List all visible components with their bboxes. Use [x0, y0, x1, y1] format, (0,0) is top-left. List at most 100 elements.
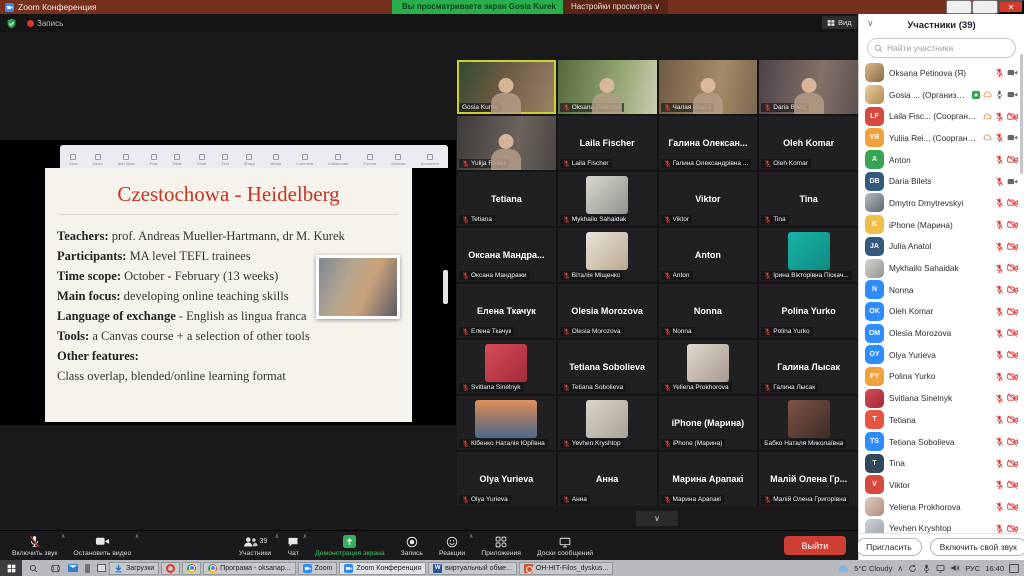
video-tile[interactable]: Olya Yurieva Olya Yurieva — [457, 452, 556, 506]
unmute-self-button[interactable]: Включить свой звук — [929, 538, 1024, 556]
usb-icon[interactable] — [80, 560, 94, 576]
gallery-view-button[interactable]: Вид — [822, 16, 857, 29]
taskbar-clock[interactable]: 16:40 — [985, 564, 1004, 573]
participant-row[interactable]: LF Laila Fisc... (Соорганизатор) — [865, 105, 1018, 127]
mail-icon[interactable] — [66, 560, 80, 576]
video-tile[interactable]: Yeliena Prokhorova — [658, 340, 758, 394]
taskbar-app-виртуальный-обме-[interactable]: виртуальный обме... — [428, 561, 517, 575]
toolbar-share-button[interactable]: Демонстрация экрана — [307, 531, 392, 561]
toolbar-video-button[interactable]: Остановить видео ∧ — [65, 531, 139, 561]
photos-icon[interactable] — [94, 560, 108, 576]
participant-row[interactable]: T Tina — [865, 452, 1018, 474]
toolbar-chat-button[interactable]: Чат ∧ — [279, 531, 308, 561]
participant-name: Yuliia Rei... (Соорганизатор) — [889, 132, 978, 143]
participant-row[interactable]: KiPhone (Марина) — [865, 214, 1018, 236]
video-tile[interactable]: Чалая Ольга — [658, 60, 758, 114]
video-tile[interactable]: Yevhen Kryshtop — [557, 396, 657, 450]
video-tile[interactable]: Laila Fischer Laila Fischer — [557, 116, 657, 170]
toolbar-people-button[interactable]: 39 Участники ∧ — [231, 531, 279, 561]
video-tile[interactable]: Gosia Kurek — [457, 60, 556, 114]
participant-row[interactable]: OK Oleh Komar — [865, 301, 1018, 323]
participant-row[interactable]: OY Olya Yurieva — [865, 344, 1018, 366]
tray-display-icon[interactable] — [936, 564, 945, 573]
leave-meeting-button[interactable]: Выйти — [783, 536, 846, 555]
participant-row[interactable]: TS Tetiana Sobolieva — [865, 431, 1018, 453]
video-tile[interactable]: Галина Олексан... Галина Олександрівна ..… — [658, 116, 758, 170]
video-tile[interactable]: Марина Арапакі Марина Арапакі — [658, 452, 758, 506]
view-settings-button[interactable]: Настройки просмотра ∨ — [563, 0, 669, 14]
taskbar-app-zoom[interactable]: Zoom — [297, 561, 338, 575]
taskbar-app-загрузки[interactable]: Загрузки — [109, 561, 160, 575]
video-tile[interactable]: Nonna Nonna — [658, 284, 758, 338]
close-button[interactable]: ✕ — [998, 0, 1024, 14]
toolbar-react-button[interactable]: Реакции ∧ — [431, 531, 473, 561]
video-tile[interactable]: Mykhailo Sahaidak — [557, 172, 657, 226]
video-tile[interactable]: Oleh Komar Oleh Komar — [759, 116, 858, 170]
search-input[interactable] — [887, 43, 1009, 53]
participants-scrollbar[interactable] — [1020, 54, 1023, 174]
video-tile[interactable]: Ірина Вікторівна Піскач... — [759, 228, 858, 282]
participant-row[interactable]: T Tetiana — [865, 409, 1018, 431]
participant-row[interactable]: Gosia ... (Организатор) — [865, 84, 1018, 106]
video-tile[interactable]: Бабко Наталя Миколаївна — [759, 396, 858, 450]
video-tile[interactable]: Daria Bilets — [759, 60, 858, 114]
video-tile[interactable]: Віталія Міщенко — [557, 228, 657, 282]
taskbar-app-програма-oksanap-[interactable]: Програма - oksanap... — [203, 561, 296, 575]
participant-row[interactable]: Yeliena Prokhorova — [865, 496, 1018, 518]
task-view-icon[interactable] — [44, 560, 66, 576]
video-tile[interactable]: Tetiana Sobolieva Tetiana Sobolieva — [557, 340, 657, 394]
video-tile[interactable]: Кібенко Наталія Юріївна — [457, 396, 556, 450]
video-tile[interactable]: iPhone (Марина) iPhone (Марина) — [658, 396, 758, 450]
video-tile[interactable]: Anton Anton — [658, 228, 758, 282]
toolbar-apps-button[interactable]: Приложения — [473, 531, 529, 561]
language-indicator[interactable]: РУС — [965, 564, 980, 573]
participant-row[interactable]: YR Yuliia Rei... (Соорганизатор) — [865, 127, 1018, 149]
taskbar-search-icon[interactable] — [22, 560, 44, 576]
tray-mic-icon[interactable] — [922, 564, 931, 573]
participant-row[interactable]: PY Polina Yurko — [865, 366, 1018, 388]
video-tile[interactable]: Olesia Morozova Olesia Morozova — [557, 284, 657, 338]
video-tile[interactable]: Анна Анна — [557, 452, 657, 506]
tray-chevron-up-icon[interactable]: ∧ — [897, 564, 903, 573]
video-tile[interactable]: Viktor Viktor — [658, 172, 758, 226]
video-tile[interactable]: Polina Yurko Polina Yurko — [759, 284, 858, 338]
start-button[interactable] — [0, 560, 22, 576]
toolbar-board-button[interactable]: Доски сообщений — [529, 531, 601, 561]
video-tile[interactable]: Svitlana Sinelnyk — [457, 340, 556, 394]
video-tile[interactable]: Малій Олена Гр... Малій Олена Григорівна — [759, 452, 858, 506]
minimize-button[interactable]: — — [946, 0, 972, 14]
participant-row[interactable]: Svitlana Sinelnyk — [865, 387, 1018, 409]
participant-row[interactable]: DB Daria Bilets — [865, 170, 1018, 192]
video-tile[interactable]: Yulija Reiter — [457, 116, 556, 170]
gallery-next-page-button[interactable]: ∨ — [636, 511, 678, 526]
participant-row[interactable]: A Anton — [865, 149, 1018, 171]
tray-volume-icon[interactable] — [950, 563, 960, 573]
video-tile[interactable]: Oksana Petinova — [557, 60, 657, 114]
participant-row[interactable]: Yevhen Kryshtop — [865, 517, 1018, 533]
toolbar-record-button[interactable]: Запись — [393, 531, 431, 561]
notification-center-icon[interactable] — [1009, 563, 1019, 573]
participant-row[interactable]: OM Olesia Morozova — [865, 322, 1018, 344]
video-tile[interactable]: Галина Лысак Галина Лысак — [759, 340, 858, 394]
taskbar-app-opera[interactable] — [161, 561, 181, 575]
video-tile[interactable]: Tina Tina — [759, 172, 858, 226]
participant-row[interactable]: Dmytro Dmytrevskyi — [865, 192, 1018, 214]
video-tile[interactable]: Tetiana Tetiana — [457, 172, 556, 226]
video-tile[interactable]: Елена Ткачук Елена Ткачук — [457, 284, 556, 338]
participant-row[interactable]: Mykhailo Sahaidak — [865, 257, 1018, 279]
participant-row[interactable]: Oksana Petinova (Я) — [865, 62, 1018, 84]
toolbar-mic-button[interactable]: Включить звук ∧ — [4, 531, 65, 561]
chevron-down-icon[interactable]: ∨ — [867, 18, 874, 29]
invite-button[interactable]: Пригласить — [856, 538, 922, 556]
participant-row[interactable]: V Viktor — [865, 474, 1018, 496]
video-tile[interactable]: Оксана Мандра... Оксана Мандражи — [457, 228, 556, 282]
mic-off-icon — [563, 272, 570, 279]
onedrive-sync-icon[interactable] — [908, 564, 917, 573]
taskbar-app-oh-hit-filos-dyskus-[interactable]: OH-HIT-Filos_dyskus... — [518, 561, 614, 575]
mic-off-icon — [664, 104, 671, 111]
participant-row[interactable]: JA Julia Anatol — [865, 236, 1018, 258]
maximize-button[interactable]: ▢ — [972, 0, 998, 14]
taskbar-app-chrome[interactable] — [182, 561, 202, 575]
taskbar-app-zoom-конференция[interactable]: Zoom Конференция — [339, 561, 427, 575]
participant-row[interactable]: N Nonna — [865, 279, 1018, 301]
